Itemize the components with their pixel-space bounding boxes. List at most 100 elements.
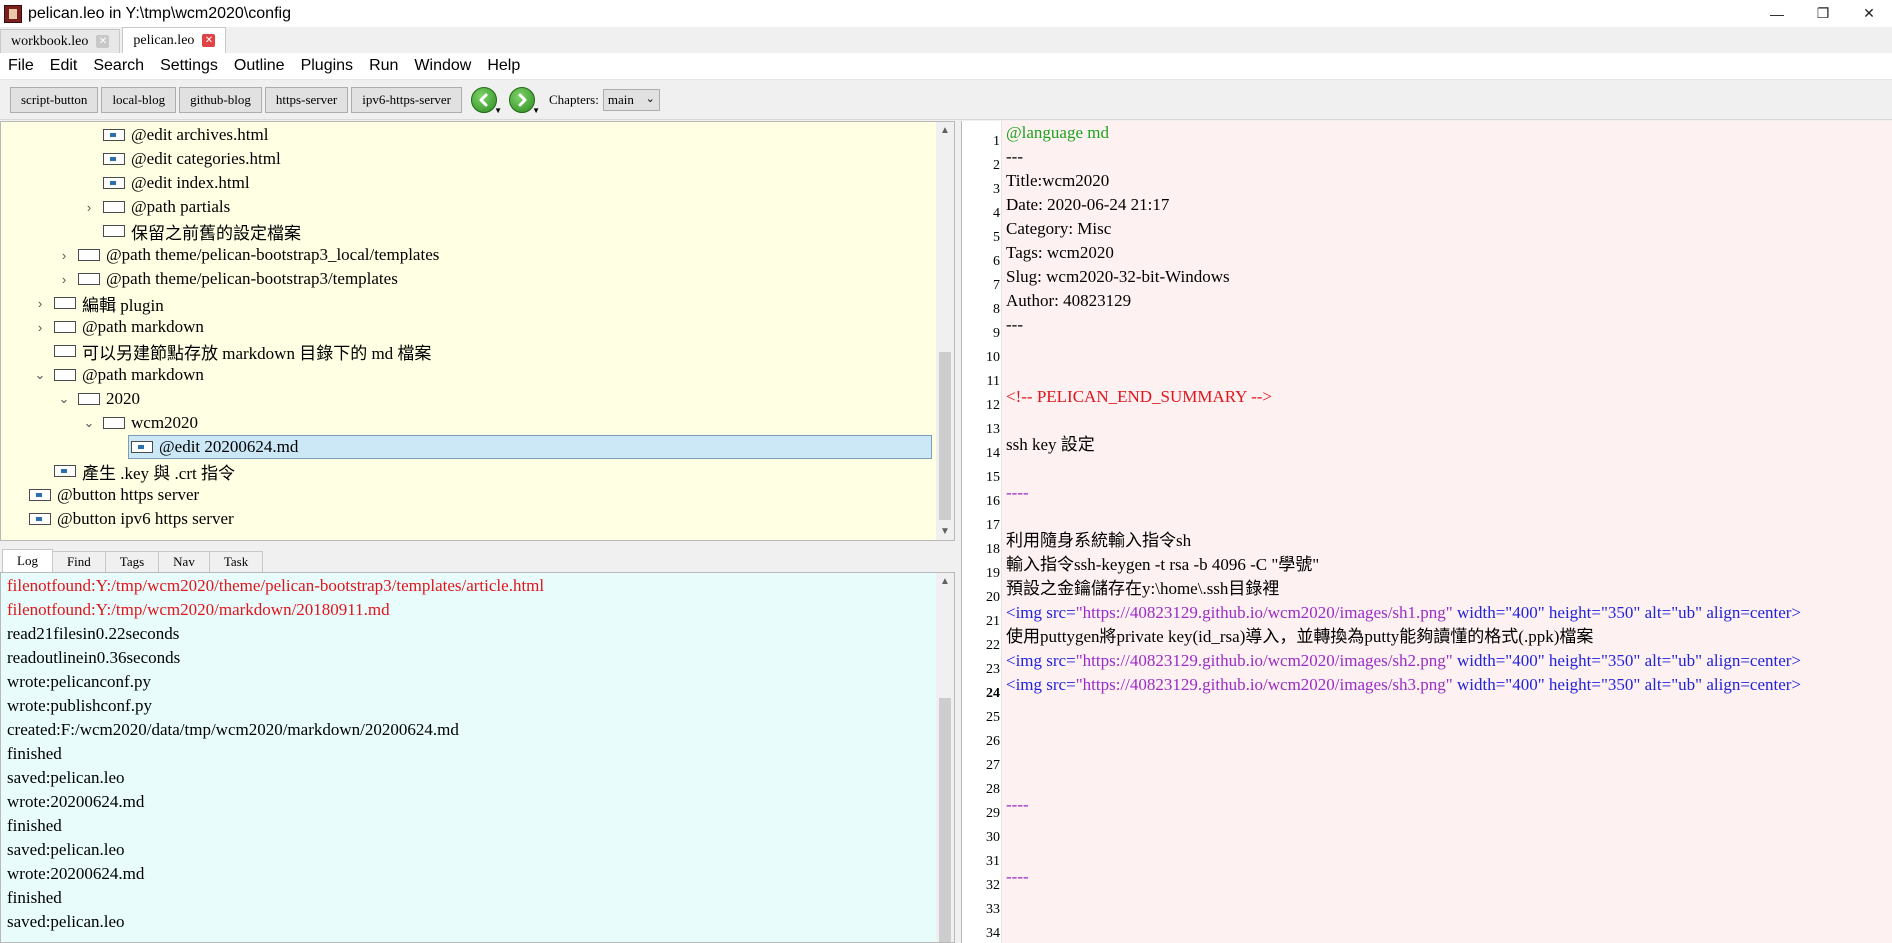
- scroll-up-icon[interactable]: ▲: [936, 122, 954, 139]
- outline-scrollbar[interactable]: ▲ ▼: [936, 122, 954, 540]
- node-headline: @edit index.html: [131, 173, 250, 192]
- menu-help[interactable]: Help: [479, 57, 528, 75]
- outline-pane[interactable]: @edit archives.html @edit categories.htm…: [0, 121, 955, 541]
- log-line-error: filenotfound:Y:/tmp/wcm2020/theme/pelica…: [7, 576, 545, 595]
- outline-node[interactable]: @edit archives.html: [103, 123, 268, 147]
- scrollbar-thumb[interactable]: [939, 352, 951, 520]
- outline-node[interactable]: 可以另建節點存放 markdown 目錄下的 md 檔案: [54, 339, 431, 363]
- outline-node[interactable]: wcm2020: [103, 411, 198, 435]
- minimize-button[interactable]: —: [1754, 0, 1800, 27]
- node-icon: [103, 201, 125, 213]
- outline-node[interactable]: @path markdown: [54, 315, 204, 339]
- dropdown-caret-icon[interactable]: ▼: [532, 106, 540, 115]
- outline-node[interactable]: @path theme/pelican-bootstrap3_local/tem…: [78, 243, 439, 267]
- expand-arrow-icon[interactable]: ›: [57, 267, 71, 291]
- log-line: wrote:20200624.md: [7, 792, 145, 811]
- close-icon[interactable]: ✕: [202, 34, 216, 47]
- scroll-up-icon[interactable]: ▲: [936, 573, 954, 590]
- collapse-arrow-icon[interactable]: ⌄: [82, 411, 96, 435]
- node-icon: [103, 153, 125, 165]
- tab-pelican[interactable]: pelican.leo ✕: [122, 27, 227, 53]
- outline-node[interactable]: @path partials: [103, 195, 230, 219]
- line-number: 33: [986, 902, 1000, 917]
- tab-workbook[interactable]: workbook.leo ✕: [0, 29, 121, 53]
- code-line: ssh key 設定: [1006, 435, 1095, 454]
- scrollbar-thumb[interactable]: [939, 698, 951, 942]
- node-headline: @path markdown: [82, 317, 204, 336]
- line-number: 31: [986, 854, 1000, 869]
- dropdown-caret-icon[interactable]: ▼: [494, 106, 502, 115]
- github-blog-button[interactable]: github-blog: [179, 86, 262, 113]
- outline-node[interactable]: @path markdown: [54, 363, 204, 387]
- node-icon: [131, 441, 153, 453]
- log-line-error: filenotfound:Y:/tmp/wcm2020/markdown/201…: [7, 600, 390, 619]
- line-number: 30: [986, 830, 1000, 845]
- log-line: finished: [7, 888, 62, 907]
- outline-node[interactable]: @button https server: [29, 483, 199, 507]
- expand-arrow-icon[interactable]: ›: [33, 291, 47, 315]
- code-line: 輸入指令ssh-keygen -t rsa -b 4096 -C "學號": [1006, 555, 1320, 574]
- outline-node[interactable]: 產生 .key 與 .crt 指令: [54, 459, 235, 483]
- ipv6-https-server-button[interactable]: ipv6-https-server: [351, 86, 463, 113]
- expand-arrow-icon[interactable]: ›: [82, 195, 96, 219]
- https-server-button[interactable]: https-server: [264, 86, 349, 113]
- script-button[interactable]: script-button: [10, 86, 99, 113]
- log-scrollbar[interactable]: ▲: [936, 573, 954, 942]
- scroll-down-icon[interactable]: ▼: [936, 523, 954, 540]
- expand-arrow-icon[interactable]: ›: [57, 243, 71, 267]
- outline-node[interactable]: 保留之前舊的設定檔案: [103, 219, 301, 243]
- line-number: 5: [993, 230, 1000, 245]
- close-window-button[interactable]: ✕: [1846, 0, 1892, 27]
- outline-node[interactable]: @button ipv6 https server: [29, 507, 234, 531]
- code-line: ----: [1006, 867, 1029, 886]
- outline-node[interactable]: @edit index.html: [103, 171, 250, 195]
- menu-search[interactable]: Search: [85, 57, 152, 75]
- line-number: 34: [986, 926, 1000, 941]
- menu-file[interactable]: File: [0, 57, 42, 75]
- code-line: Author: 40823129: [1006, 291, 1132, 310]
- tab-nav[interactable]: Nav: [158, 551, 210, 572]
- line-number: 16: [986, 494, 1000, 509]
- node-icon: [54, 297, 76, 309]
- line-number: 27: [986, 758, 1000, 773]
- menu-plugins[interactable]: Plugins: [293, 57, 361, 75]
- node-icon: [54, 465, 76, 477]
- tab-log[interactable]: Log: [2, 549, 53, 572]
- outline-node[interactable]: @edit categories.html: [103, 147, 281, 171]
- tag-attrs: width="400" height="350" alt="ub" align=…: [1452, 603, 1802, 622]
- chapters-select[interactable]: main ⌄: [602, 88, 660, 111]
- expand-arrow-icon[interactable]: ›: [33, 315, 47, 339]
- menu-settings[interactable]: Settings: [152, 57, 226, 75]
- outline-node[interactable]: @path theme/pelican-bootstrap3/templates: [78, 267, 398, 291]
- node-headline: @edit categories.html: [131, 149, 281, 168]
- close-icon[interactable]: ✕: [96, 35, 110, 48]
- menu-run[interactable]: Run: [361, 57, 406, 75]
- line-number: 28: [986, 782, 1000, 797]
- node-headline: @path theme/pelican-bootstrap3_local/tem…: [106, 245, 440, 264]
- menu-edit[interactable]: Edit: [42, 57, 86, 75]
- menu-window[interactable]: Window: [406, 57, 479, 75]
- collapse-arrow-icon[interactable]: ⌄: [33, 363, 47, 387]
- tab-tags[interactable]: Tags: [104, 551, 160, 572]
- code-line: ---: [1006, 315, 1023, 334]
- node-icon: [54, 369, 76, 381]
- back-arrow-icon[interactable]: ▼: [471, 86, 502, 115]
- outline-node[interactable]: 2020: [78, 387, 140, 411]
- node-headline: wcm2020: [131, 413, 199, 432]
- outline-node-selected[interactable]: @edit 20200624.md: [128, 435, 932, 459]
- maximize-button[interactable]: ❐: [1800, 0, 1846, 27]
- body-editor[interactable]: 1 2 3 4 5 6 7 8 9 10 11 12 13 14 15 16 1…: [961, 121, 1892, 943]
- local-blog-button[interactable]: local-blog: [101, 86, 177, 113]
- line-number: 18: [986, 542, 1000, 557]
- leo-app-icon: [4, 4, 22, 23]
- tab-find[interactable]: Find: [51, 551, 106, 572]
- log-pane[interactable]: filenotfound:Y:/tmp/wcm2020/theme/pelica…: [0, 572, 955, 943]
- code-line: @language md: [1006, 123, 1109, 142]
- node-icon: [103, 225, 125, 237]
- outline-node[interactable]: 編輯 plugin: [54, 291, 164, 315]
- menu-outline[interactable]: Outline: [226, 57, 293, 75]
- node-headline: @path markdown: [82, 365, 204, 384]
- collapse-arrow-icon[interactable]: ⌄: [57, 387, 71, 411]
- tab-task[interactable]: Task: [208, 551, 264, 572]
- forward-arrow-icon[interactable]: ▼: [509, 86, 540, 115]
